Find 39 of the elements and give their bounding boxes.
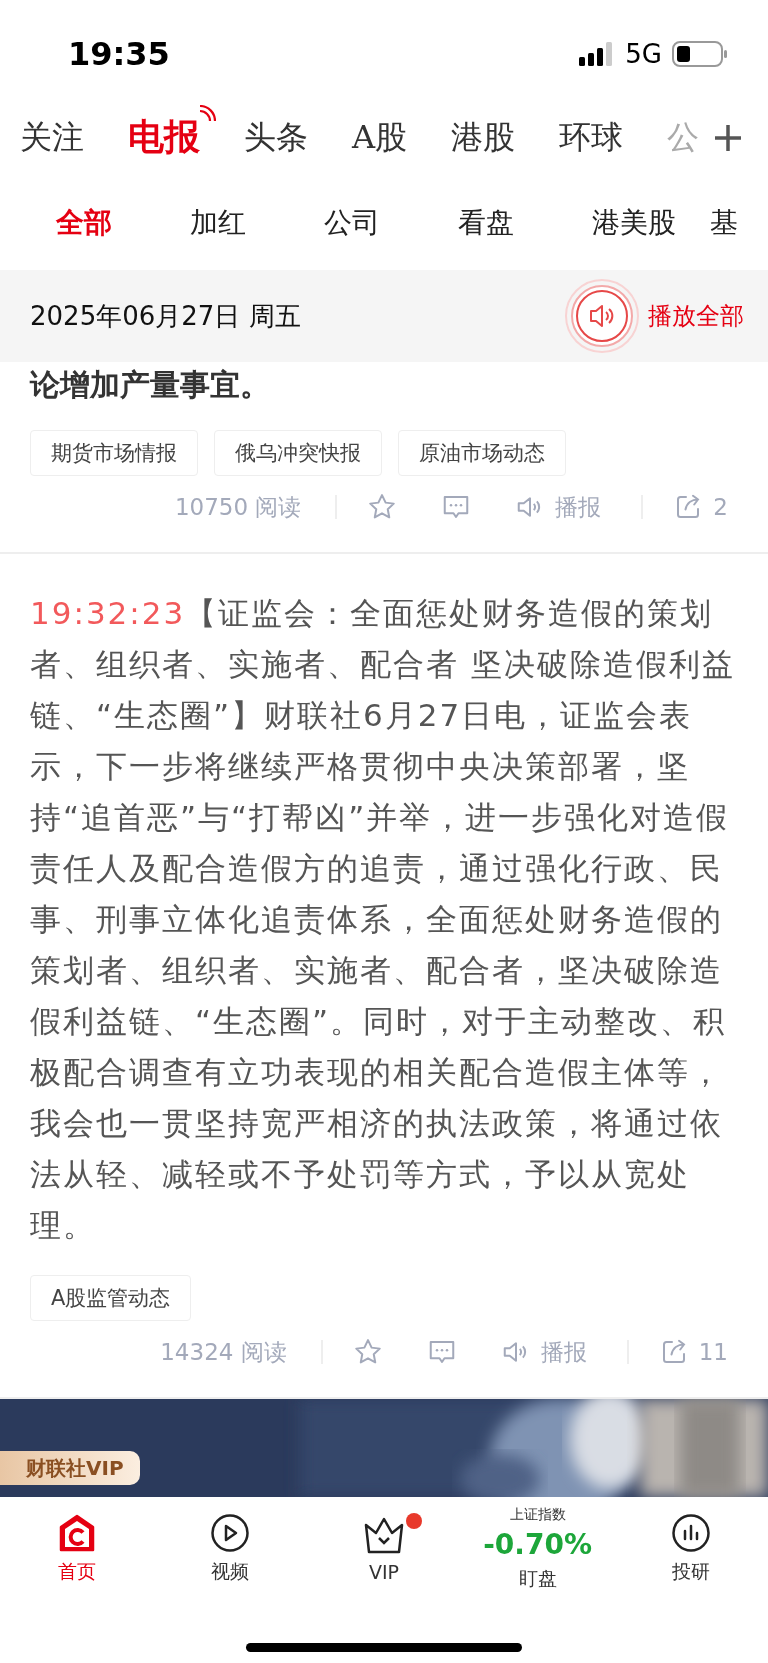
signal-wave-icon [198, 105, 216, 123]
network-label: 5G [625, 39, 662, 69]
read-count: 10750 阅读 [174, 492, 302, 522]
vip-badge: 财联社VIP [0, 1451, 140, 1485]
channel-tab[interactable]: A股 [352, 115, 408, 160]
topic-tag[interactable]: 原油市场动态 [398, 430, 566, 476]
nav-tab[interactable]: 投研 [614, 1513, 768, 1585]
channel-tab[interactable]: 头条 [244, 115, 308, 160]
category-tab[interactable]: 基 [692, 203, 738, 242]
channel-tab[interactable]: 电报 [128, 113, 200, 162]
read-count: 14324 阅读 [160, 1337, 287, 1367]
topic-tag[interactable]: A股监管动态 [30, 1275, 192, 1321]
topic-tag[interactable]: 期货市场情报 [30, 430, 198, 476]
index-name: 上证指数 [509, 1506, 566, 1524]
channel-tab[interactable]: 环球 [559, 115, 624, 160]
category-tab[interactable]: 看盘 [424, 203, 558, 242]
channel-tab[interactable]: 关注 [20, 115, 84, 160]
play-all-button[interactable]: 播放全部 [564, 278, 744, 354]
status-time: 19:35 [68, 35, 170, 73]
crown-icon [362, 1515, 406, 1555]
category-tab[interactable]: 公司 [290, 203, 424, 242]
date-label: 2025年06月27日 周五 [30, 299, 301, 333]
add-icon[interactable] [714, 124, 742, 152]
nav-tab[interactable]: 首页 [0, 1513, 154, 1585]
topic-tag[interactable]: 俄乌冲突快报 [214, 430, 382, 476]
play-icon [210, 1513, 251, 1553]
category-tab[interactable]: 加红 [156, 203, 290, 242]
nav-tab[interactable]: 上证指数 -0.70% 盯盘 [460, 1506, 615, 1592]
nav-tab[interactable]: VIP [307, 1515, 461, 1583]
news-text: 论增加产量事宜。 [30, 366, 271, 404]
channel-tab[interactable]: 港股 [451, 115, 516, 160]
chart-icon [671, 1513, 712, 1553]
speaker-icon [564, 278, 640, 354]
battery-icon [672, 41, 728, 67]
news-text: 19:32:23【证监会：全面惩处财务造假的策划者、组织者、实施者、配合者 坚决破除造假利益链、“生态圈”】财联社6月27日电，证监会表示，下一步将继续严格贯彻中央决策部署，坚持“追首恶”与“打帮凶”并举，进一步强化对造假责任人及配合造假方的追责，通过强化行政、民事、刑事立体化追责体系，全面惩处财务造假的策划者、组织者、实施者、配合者，坚决破除造假利益链、“生态圈”。同时，对于主动整改、积极配合调查有立功表现的相关配合造假主体等，我会也一贯坚持宽严相济的执法政策，将通过依法从轻、减轻或不予处罚等方式，予以从宽处理。 [30, 594, 736, 1245]
category-tab[interactable]: 港美股 [558, 203, 692, 242]
nav-tab[interactable]: 视频 [153, 1513, 308, 1585]
index-change: -0.70% [483, 1530, 592, 1560]
category-tab[interactable]: 全部 [22, 203, 156, 242]
